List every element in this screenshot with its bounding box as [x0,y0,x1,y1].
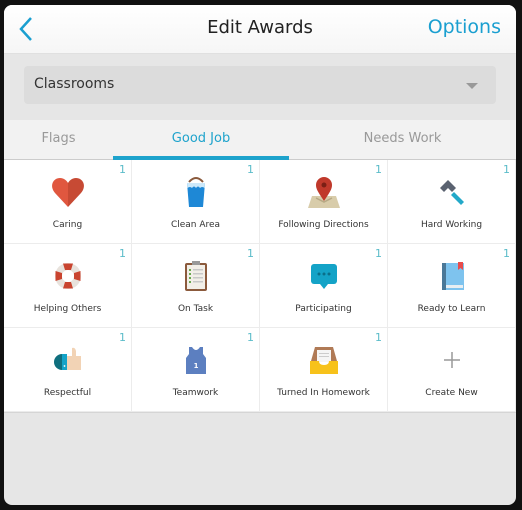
lifebuoy-icon [55,263,81,289]
award-count: 1 [503,163,510,176]
award-label: Following Directions [278,220,369,230]
svg-text:1: 1 [194,362,199,370]
tab-label: Good Job [171,131,231,146]
tab-needs-work[interactable]: Needs Work [289,120,516,159]
classroom-dropdown[interactable]: Classrooms [24,66,496,104]
jersey-icon: 1 [186,347,206,374]
award-tile-participating[interactable]: 1 Participating [260,244,388,328]
award-label: Teamwork [172,388,219,398]
award-tile-on-task[interactable]: 1 On Task [132,244,260,328]
award-tile-helping-others[interactable]: 1 Helping Others [4,244,132,328]
award-label: Clean Area [170,220,221,230]
hammer-icon [440,180,464,205]
award-label: On Task [177,304,214,314]
award-count: 1 [503,247,510,260]
edit-awards-window: Edit Awards Options Classrooms Flags Goo… [4,5,516,505]
award-label: Hard Working [420,220,483,230]
award-count: 1 [119,163,126,176]
tab-good-job[interactable]: Good Job [113,120,289,160]
tab-flags[interactable]: Flags [4,120,113,159]
plus-icon [444,352,460,368]
award-count: 1 [119,247,126,260]
book-icon [442,262,464,290]
award-tile-teamwork[interactable]: 1 1 Teamwork [132,328,260,412]
dropdown-value: Classrooms [34,76,115,92]
award-label: Participating [295,304,352,314]
award-count: 1 [247,163,254,176]
award-tile-turned-in-homework[interactable]: 1 Turned In Homework [260,328,388,412]
award-label: Helping Others [33,304,102,314]
award-count: 1 [119,331,126,344]
thumbs-up-icon [54,347,81,370]
award-tile-caring[interactable]: 1 Caring [4,160,132,244]
award-tile-clean-area[interactable]: 1 Clean Area [132,160,260,244]
award-label: Respectful [43,388,92,398]
award-count: 1 [247,247,254,260]
award-label: Turned In Homework [277,388,370,398]
options-button[interactable]: Options [428,16,501,38]
award-label: Ready to Learn [417,304,486,314]
speech-bubble-icon [311,264,337,289]
tab-label: Needs Work [363,131,442,146]
award-tile-ready-to-learn[interactable]: 1 Ready to Learn [388,244,516,328]
award-tile-hard-working[interactable]: 1 Hard Working [388,160,516,244]
navigation-bar: Edit Awards Options [4,5,516,54]
award-count: 1 [247,331,254,344]
award-count: 1 [375,163,382,176]
award-count: 1 [375,331,382,344]
clipboard-icon [185,261,207,291]
award-label: Caring [52,220,83,230]
map-pin-icon [308,177,340,208]
create-new-award-button[interactable]: Create New [388,328,516,412]
award-label: Create New [425,388,478,398]
award-tile-respectful[interactable]: 1 Respectful [4,328,132,412]
tab-label: Flags [41,131,76,146]
heart-icon [52,178,84,207]
award-tile-following-directions[interactable]: 1 Following Directions [260,160,388,244]
inbox-tray-icon [310,347,338,374]
bucket-icon [187,177,205,207]
dropdown-caret-icon [466,83,478,89]
award-count: 1 [375,247,382,260]
awards-grid: 1 Caring 1 Clean Area 1 Following Direct… [4,160,516,413]
tab-bar: Flags Good Job Needs Work [4,120,516,160]
